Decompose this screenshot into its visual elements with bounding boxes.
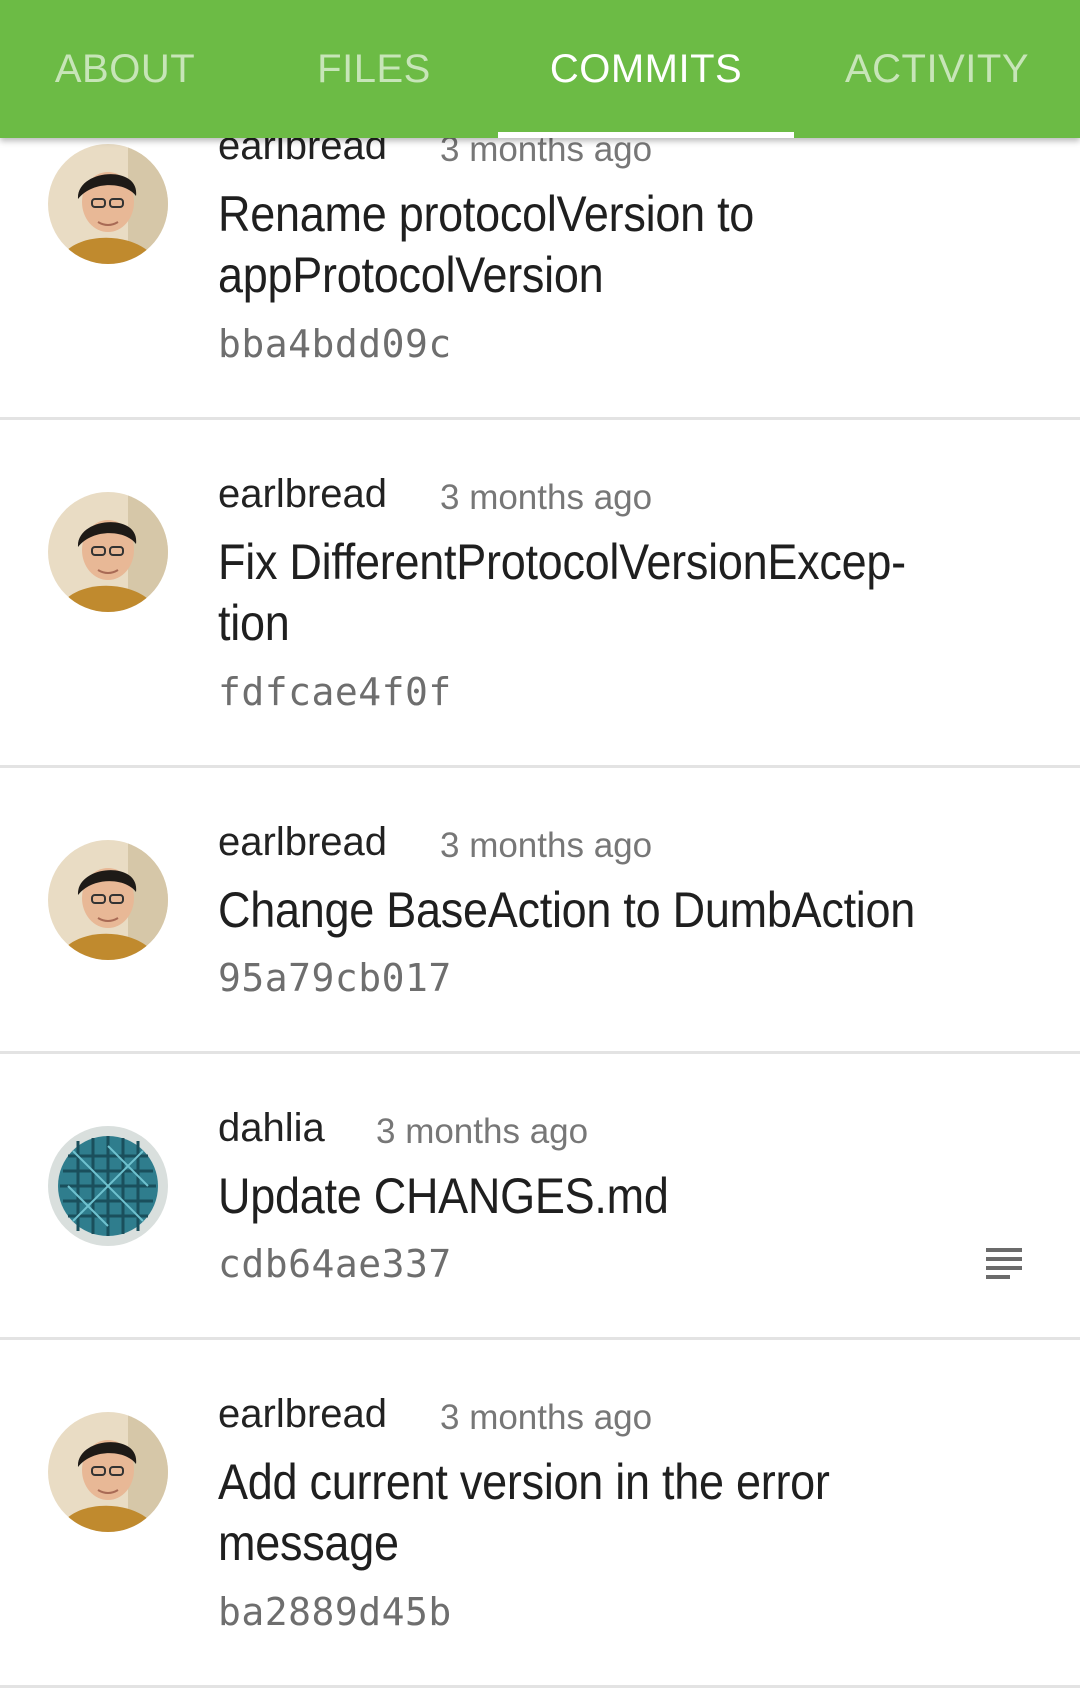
commit-time: 3 months ago (440, 826, 653, 865)
commit-time: 3 months ago (440, 478, 653, 517)
commit-message-line: Add current version in the error (218, 1454, 830, 1510)
commit-message-line: Update CHANGES.md (218, 1168, 669, 1224)
commit-row[interactable]: earlbread 3 months ago Add current versi… (0, 1340, 1080, 1688)
commit-message-line: message (218, 1515, 399, 1571)
commit-sha[interactable]: cdb64ae337 (218, 1242, 452, 1286)
commit-time: 3 months ago (440, 1398, 653, 1437)
commit-sha[interactable]: 95a79cb017 (218, 956, 452, 1000)
tab-commits[interactable]: COMMITS (498, 0, 794, 138)
person-avatar-icon (48, 840, 168, 960)
author-avatar[interactable] (48, 1412, 168, 1532)
person-avatar-icon (48, 144, 168, 264)
commit-message-line: Change BaseAction to DumbAction (218, 882, 916, 938)
commit-message[interactable]: Rename protocolVersion to appProtocolVer… (218, 184, 938, 306)
commit-message-line: Rename protocolVersion to (218, 186, 755, 242)
author-avatar[interactable] (48, 840, 168, 960)
commit-sha[interactable]: bba4bdd09c (218, 322, 452, 366)
commit-time: 3 months ago (376, 1112, 589, 1151)
commit-row[interactable]: earlbread 3 months ago Change BaseAction… (0, 768, 1080, 1054)
commit-message[interactable]: Add current version in the error message (218, 1452, 938, 1574)
commit-author[interactable]: earlbread (218, 1392, 387, 1437)
commit-author[interactable]: earlbread (218, 820, 387, 865)
author-avatar[interactable] (48, 492, 168, 612)
author-avatar[interactable] (48, 1126, 168, 1246)
person-avatar-icon (48, 492, 168, 612)
pattern-avatar-icon (48, 1126, 168, 1246)
tab-about[interactable]: ABOUT (0, 0, 250, 138)
subject-lines-icon[interactable] (984, 1246, 1024, 1282)
commit-sha[interactable]: ba2889d45b (218, 1590, 452, 1634)
commit-message[interactable]: Fix DifferentProtocolVersionExcep- tion (218, 532, 938, 654)
commit-row[interactable]: dahlia 3 months ago Update CHANGES.md cd… (0, 1054, 1080, 1340)
commit-sha[interactable]: fdfcae4f0f (218, 670, 452, 714)
tab-bar: ABOUT FILES COMMITS ACTIVITY (0, 0, 1080, 138)
commit-message[interactable]: Change BaseAction to DumbAction (218, 880, 938, 941)
commit-message-line: Fix DifferentProtocolVersionExcep- (218, 534, 906, 590)
commit-author[interactable]: dahlia (218, 1106, 325, 1151)
commit-message-line: tion (218, 595, 290, 651)
commit-author[interactable]: earlbread (218, 472, 387, 517)
tab-files[interactable]: FILES (250, 0, 498, 138)
commit-message[interactable]: Update CHANGES.md (218, 1166, 938, 1227)
author-avatar[interactable] (48, 144, 168, 264)
tab-activity[interactable]: ACTIVITY (794, 0, 1080, 138)
person-avatar-icon (48, 1412, 168, 1532)
commit-message-line: appProtocolVersion (218, 247, 604, 303)
commit-row[interactable]: earlbread 3 months ago Fix DifferentProt… (0, 420, 1080, 768)
active-tab-indicator (498, 132, 794, 138)
